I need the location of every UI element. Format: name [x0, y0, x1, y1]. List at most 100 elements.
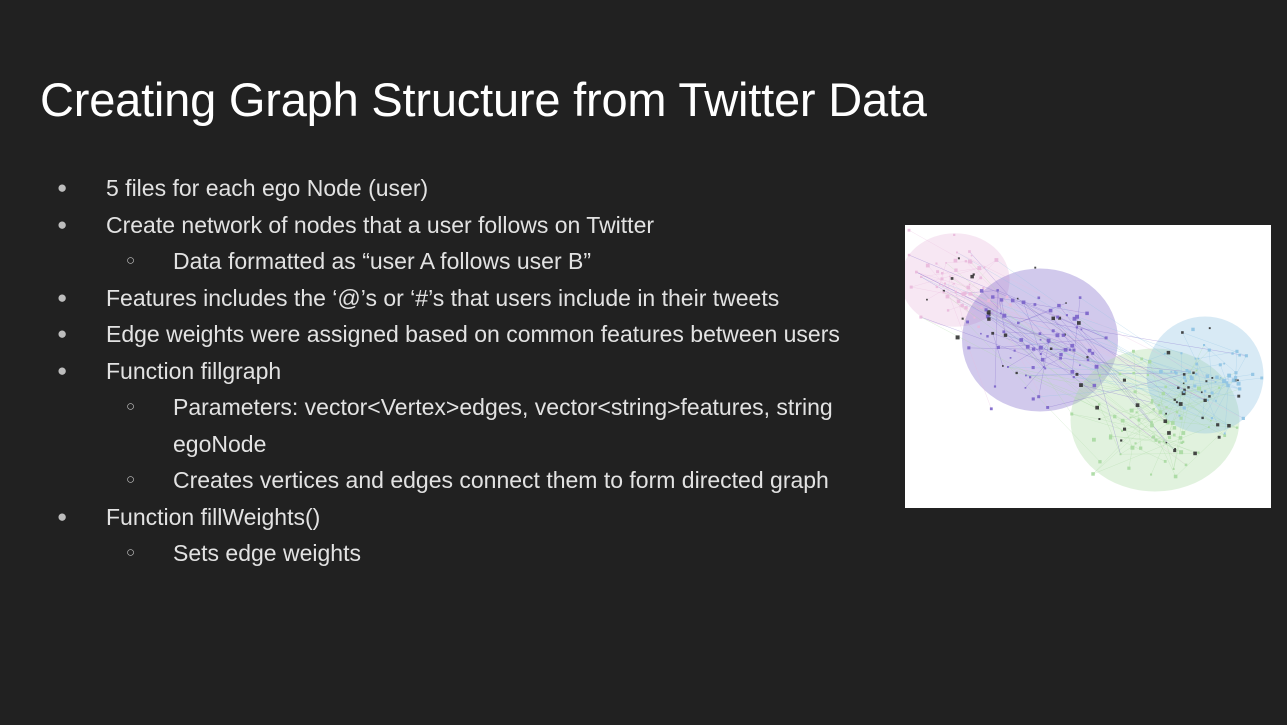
graph-node — [1033, 303, 1037, 306]
graph-node — [1031, 347, 1036, 351]
bullet-text: Edge weights were assigned based on comm… — [106, 321, 840, 347]
graph-node — [1188, 370, 1192, 374]
graph-node — [1031, 366, 1035, 370]
sub-bullet-item: ○ Data formatted as “user A follows user… — [0, 243, 880, 280]
graph-node — [1078, 296, 1082, 299]
graph-node — [1195, 369, 1198, 372]
graph-node — [1215, 400, 1217, 402]
graph-node — [1072, 348, 1076, 352]
sub-bullet-marker: ○ — [126, 544, 136, 561]
graph-node — [1009, 357, 1012, 359]
graph-node — [953, 233, 956, 236]
bullet-marker: ● — [57, 360, 68, 380]
graph-node — [1172, 426, 1177, 430]
graph-node — [1177, 386, 1180, 389]
graph-node — [1173, 449, 1177, 453]
graph-node — [1179, 416, 1183, 420]
graph-node — [1002, 313, 1007, 318]
graph-node — [945, 262, 947, 264]
graph-node — [1016, 297, 1019, 300]
graph-node — [1173, 398, 1176, 401]
graph-node — [961, 317, 964, 320]
graph-node — [1129, 416, 1132, 419]
graph-node — [1163, 460, 1167, 463]
graph-node — [1091, 472, 1095, 476]
graph-node — [1021, 300, 1026, 305]
graph-node — [1108, 436, 1113, 440]
graph-node — [1170, 421, 1175, 425]
graph-node — [1235, 426, 1239, 429]
graph-node — [1127, 466, 1131, 470]
graph-node — [1040, 357, 1045, 362]
sub-bullet-text: Sets edge weights — [173, 540, 361, 566]
graph-node — [1086, 358, 1090, 362]
graph-node — [970, 274, 974, 279]
graph-node — [1218, 386, 1221, 389]
graph-node — [967, 346, 971, 350]
graph-node — [1226, 383, 1230, 388]
sub-bullet-marker: ○ — [126, 471, 136, 488]
graph-node — [980, 306, 983, 309]
graph-node — [1025, 374, 1027, 377]
graph-node — [938, 283, 941, 286]
graph-node — [1197, 451, 1200, 454]
graph-node — [1080, 328, 1083, 331]
sub-bullet-marker: ○ — [126, 252, 136, 269]
graph-node — [1163, 352, 1166, 355]
graph-node — [1002, 365, 1004, 367]
sub-bullet-text: Parameters: vector<Vertex>edges, vector<… — [173, 394, 833, 457]
graph-node — [949, 275, 951, 278]
graph-node — [1049, 347, 1053, 350]
graph-node — [1194, 357, 1197, 360]
graph-node — [956, 251, 958, 254]
graph-node — [1195, 372, 1198, 376]
graph-node — [1219, 377, 1222, 379]
graph-node — [1152, 435, 1156, 439]
graph-node — [1079, 364, 1081, 366]
graph-node — [1010, 298, 1015, 303]
graph-node — [1150, 421, 1153, 424]
graph-node — [1193, 384, 1197, 388]
graph-node — [1178, 402, 1183, 406]
sub-bullet-marker: ○ — [126, 398, 136, 415]
graph-node — [1130, 445, 1135, 450]
bullet-text: 5 files for each ego Node (user) — [106, 175, 429, 201]
graph-node — [1181, 331, 1184, 334]
bullet-marker: ● — [57, 324, 68, 343]
graph-node — [1182, 373, 1186, 376]
graph-node — [1237, 394, 1241, 398]
bullet-text: Features includes the ‘@’s or ‘#’s that … — [106, 284, 780, 311]
graph-node — [1146, 373, 1149, 377]
graph-node — [1210, 420, 1212, 422]
graph-node — [1037, 395, 1041, 399]
graph-node — [1009, 303, 1012, 306]
graph-node — [1075, 326, 1078, 329]
graph-node — [1223, 432, 1226, 435]
graph-node — [1017, 321, 1020, 325]
graph-node — [919, 315, 923, 319]
graph-node — [1173, 370, 1177, 374]
graph-node — [1075, 372, 1079, 376]
graph-node — [1244, 354, 1248, 358]
graph-node — [1072, 376, 1075, 379]
graph-node — [1207, 399, 1209, 402]
graph-node — [994, 258, 999, 262]
graph-node — [1104, 336, 1108, 340]
graph-node — [950, 277, 954, 280]
bullet-text: Function fillWeights() — [106, 503, 321, 530]
graph-node — [986, 335, 989, 338]
graph-node — [1098, 460, 1102, 464]
graph-node — [1098, 418, 1101, 420]
graph-node — [996, 289, 999, 292]
graph-node — [1185, 369, 1189, 372]
graph-node — [1208, 327, 1211, 330]
graph-node — [1182, 406, 1186, 410]
graph-node — [1068, 348, 1072, 351]
graph-node — [1161, 391, 1166, 396]
graph-node — [955, 335, 960, 340]
graph-node — [1238, 387, 1242, 391]
graph-node — [1162, 440, 1165, 443]
graph-node — [915, 270, 918, 274]
bullet-item: ● 5 files for each ego Node (user) — [0, 170, 880, 207]
sub-bullet-text: Data formatted as “user A follows user B… — [173, 248, 592, 274]
